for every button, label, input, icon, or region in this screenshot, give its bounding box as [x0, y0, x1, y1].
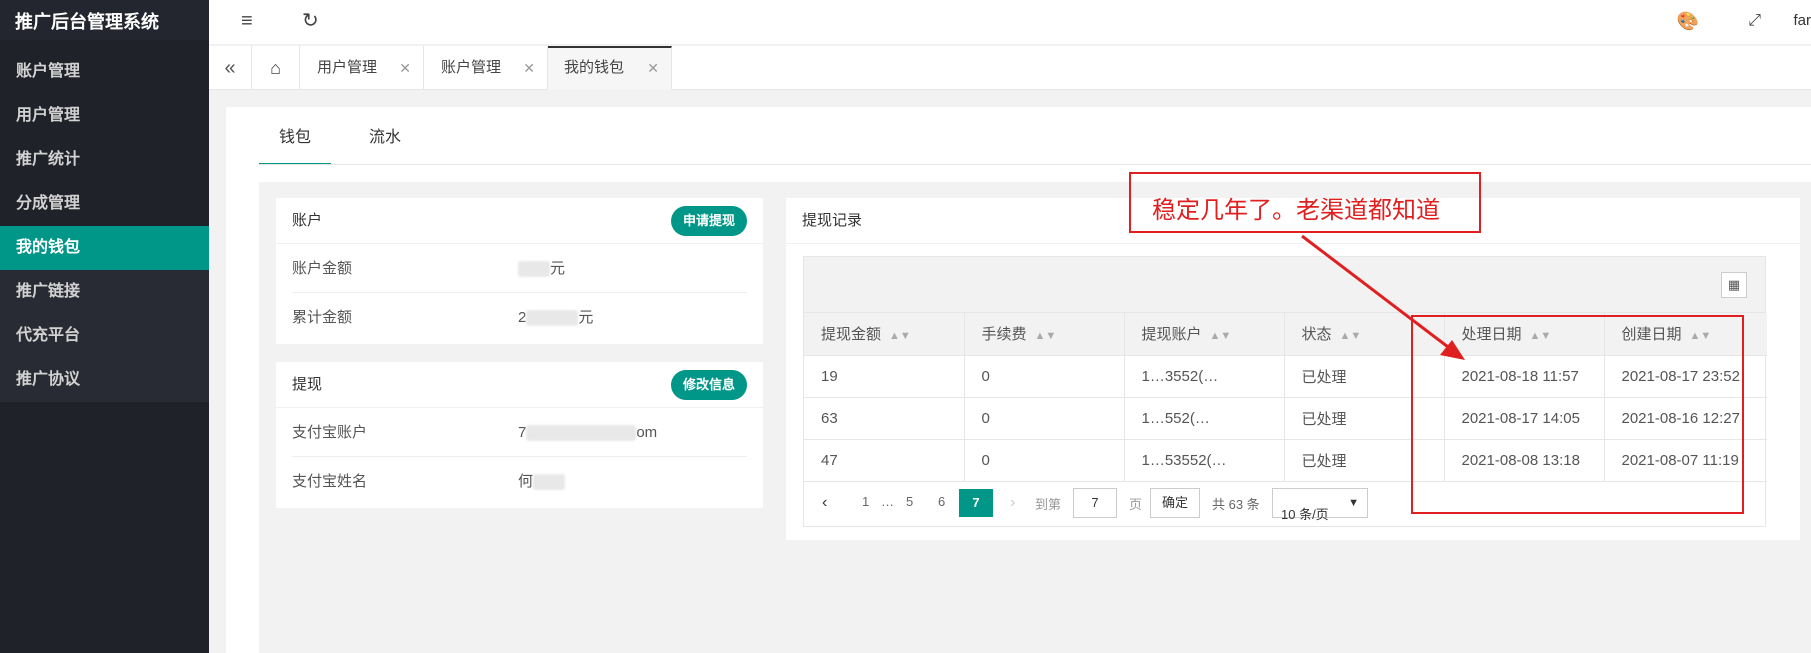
annotation-arrow: [1301, 234, 1465, 360]
